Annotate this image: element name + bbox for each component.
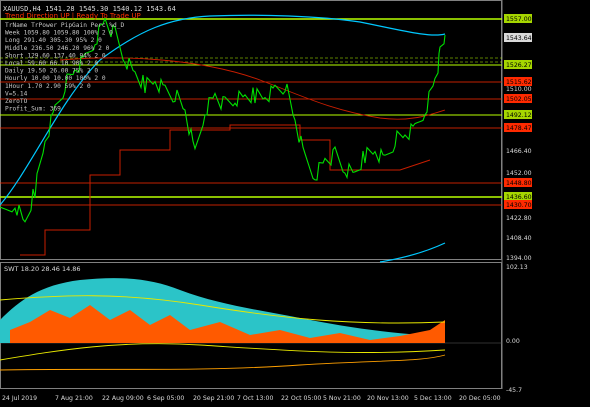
time-axis-label: 6 Sep 05:00 [147, 395, 184, 402]
time-axis-label: 5 Nov 21:00 [323, 395, 361, 402]
overlay-row: ZeroTO [5, 98, 28, 105]
time-axis-label: 5 Dec 13:00 [414, 395, 452, 402]
overlay-row: TrName TrPower PipGain Perc %d_D [5, 22, 124, 29]
time-axis-label: 7 Aug 21:00 [55, 395, 93, 402]
price-tick-label: 1452.00 [506, 170, 532, 177]
price-level-label: 1492.12 [506, 112, 532, 119]
trend-direction-label: Trend Direction UP | Ready To Trade UP [4, 12, 141, 20]
overlay-row: 1Hour 1.70 2.90 59% 2 0 [5, 83, 91, 90]
sub-scale-label: 0.00 [506, 338, 520, 345]
price-tick-label: 1408.40 [506, 235, 532, 242]
overlay-row: Local 59.60 66.10 90% 2 0 [5, 60, 98, 67]
sub-series-layer [0, 278, 502, 371]
red-step-line [20, 124, 431, 256]
price-level-label: 1557.00 [506, 16, 532, 23]
time-axis-label: 20 Sep 21:00 [193, 395, 234, 402]
time-axis-label: 24 Jul 2019 [2, 395, 37, 402]
time-axis-label: 22 Aug 09:00 [102, 395, 144, 402]
trading-chart[interactable]: XAUUSD,H4 1541.28 1545.30 1540.12 1543.6… [0, 0, 590, 407]
orange-line [0, 354, 446, 371]
overlay-row: Middle 236.50 246.20 96% 2 0 [5, 45, 110, 52]
overlay-row: Profit_Sum: 369 [5, 106, 61, 113]
time-axis-label: 20 Dec 05:00 [459, 395, 501, 402]
overlay-row: V=5.14 [5, 90, 28, 97]
swt-indicator-title: SWT 18.20 28.46 14.86 [4, 265, 81, 273]
price-level-label: 1502.05 [506, 96, 532, 103]
sub-scale-label: 102.13 [506, 264, 528, 271]
price-level-label: 1526.27 [506, 62, 532, 69]
time-axis-label: 20 Nov 13:00 [367, 395, 409, 402]
sub-scale-label: -45.7 [506, 387, 522, 394]
price-level-label: 1448.80 [506, 180, 532, 187]
price-level-label: 1478.47 [506, 125, 532, 132]
time-axis: 24 Jul 2019 7 Aug 21:00 22 Aug 09:00 6 Sep … [2, 395, 501, 402]
overlay-row: Week 1059.80 1059.80 100% 2 0 [5, 30, 113, 37]
price-level-label: 1430.70 [506, 202, 532, 209]
price-level-label: 1436.60 [506, 194, 532, 201]
price-tick-label: 1466.40 [506, 148, 532, 155]
price-level-label: 1515.62 [506, 79, 532, 86]
price-tick-label: 1510.00 [506, 86, 532, 93]
overlay-row: Daily 19.50 26.00 75% 2 0 [5, 68, 98, 75]
sub-panel-scale: 102.13 0.00 -45.7 [506, 264, 528, 394]
yellow-line-lower [0, 343, 446, 361]
price-level-label: 1543.64 [506, 35, 532, 42]
overlay-row: Long 291.40 305.30 95% 2 0 [5, 37, 102, 44]
overlay-row: Hourly 10.00 10.00 100% 2 0 [5, 75, 106, 82]
time-axis-label: 22 Oct 05:00 [281, 395, 321, 402]
time-axis-label: 7 Oct 13:00 [237, 395, 273, 402]
price-tick-label: 1394.00 [506, 255, 532, 262]
price-scale: 1568.001557.001543.641526.271515.621510.… [504, 14, 532, 262]
overlay-row: Short 129.60 137.40 94% 2 0 [5, 52, 106, 59]
price-tick-label: 1422.80 [506, 215, 532, 222]
